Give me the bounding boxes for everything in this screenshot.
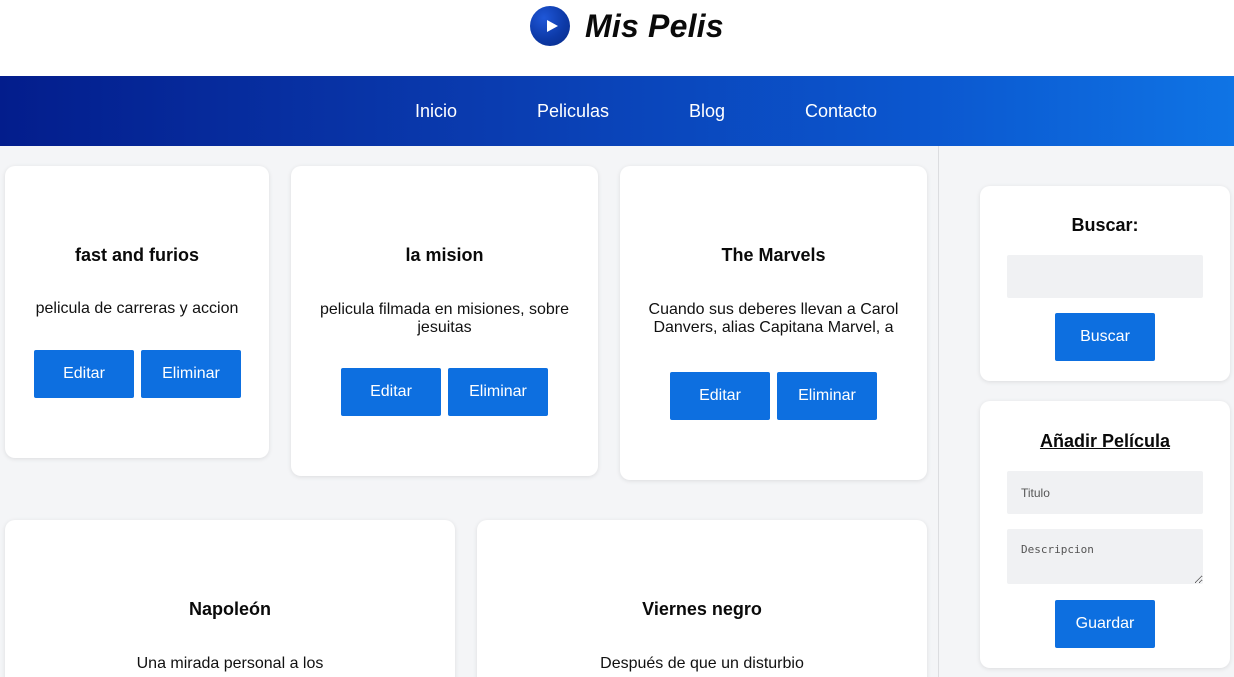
search-button[interactable]: Buscar xyxy=(1055,313,1155,361)
brand[interactable]: Mis Pelis xyxy=(530,5,724,47)
movie-description: pelicula de carreras y accion xyxy=(35,300,239,317)
search-input[interactable] xyxy=(1007,255,1203,298)
edit-button[interactable]: Editar xyxy=(34,350,134,398)
save-button[interactable]: Guardar xyxy=(1055,600,1155,648)
site-header: Mis Pelis xyxy=(0,0,1234,76)
movie-description: Después de que un disturbio xyxy=(600,655,804,672)
nav-item-peliculas[interactable]: Peliculas xyxy=(537,76,609,146)
description-field[interactable] xyxy=(1007,529,1203,584)
nav-item-blog[interactable]: Blog xyxy=(689,76,725,146)
movie-description: Cuando sus deberes llevan a Carol Danver… xyxy=(648,301,899,336)
movie-card: Viernes negro Después de que un disturbi… xyxy=(477,520,927,677)
movie-card: la mision pelicula filmada en misiones, … xyxy=(291,166,598,476)
delete-button[interactable]: Eliminar xyxy=(141,350,241,398)
edit-button[interactable]: Editar xyxy=(341,368,441,416)
movie-card: The Marvels Cuando sus deberes llevan a … xyxy=(620,166,927,480)
movie-title: The Marvels xyxy=(721,245,826,265)
movie-list: fast and furios pelicula de carreras y a… xyxy=(0,146,938,677)
sidebar: Buscar: Buscar Añadir Película Guardar xyxy=(938,146,1234,677)
search-title: Buscar: xyxy=(1071,215,1139,235)
movie-title: fast and furios xyxy=(74,245,199,265)
search-panel: Buscar: Buscar xyxy=(980,186,1230,381)
main-nav: Inicio Peliculas Blog Contacto xyxy=(0,76,1234,146)
movie-card: Napoleón Una mirada personal a los xyxy=(5,520,455,677)
movie-title: Viernes negro xyxy=(642,599,762,619)
movie-card: fast and furios pelicula de carreras y a… xyxy=(5,166,269,458)
add-movie-panel: Añadir Película Guardar xyxy=(980,401,1230,668)
movie-description: pelicula filmada en misiones, sobre jesu… xyxy=(319,301,569,336)
delete-button[interactable]: Eliminar xyxy=(448,368,548,416)
site-title: Mis Pelis xyxy=(585,7,724,44)
delete-button[interactable]: Eliminar xyxy=(777,372,877,420)
add-movie-title: Añadir Película xyxy=(1039,431,1171,451)
movie-title: Napoleón xyxy=(188,599,271,619)
title-field[interactable] xyxy=(1007,471,1203,514)
nav-item-inicio[interactable]: Inicio xyxy=(415,76,457,146)
edit-button[interactable]: Editar xyxy=(670,372,770,420)
movie-title: la mision xyxy=(405,245,484,265)
movie-description: Una mirada personal a los xyxy=(136,655,324,672)
play-circle-icon xyxy=(530,6,570,46)
nav-item-contacto[interactable]: Contacto xyxy=(805,76,877,146)
